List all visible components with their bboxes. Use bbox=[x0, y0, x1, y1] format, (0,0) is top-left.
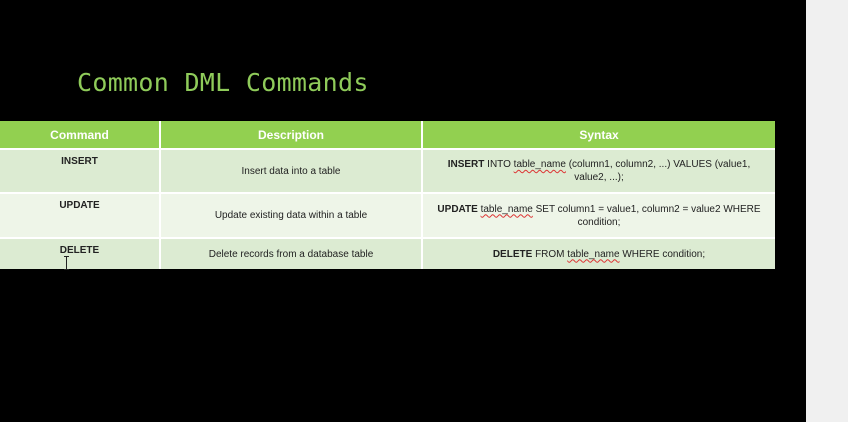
syntax-keyword: INSERT bbox=[447, 159, 485, 170]
syntax-cell[interactable]: UPDATE table_name SET column1 = value1, … bbox=[421, 192, 775, 238]
syntax-rest: SET column1 = value1, column2 = value2 W… bbox=[535, 203, 761, 228]
table-row: UPDATE Update existing data within a tab… bbox=[0, 192, 775, 238]
syntax-rest: WHERE condition; bbox=[622, 248, 706, 260]
description-cell[interactable]: Insert data into a table bbox=[159, 148, 422, 193]
syntax-table-name: table_name bbox=[513, 159, 566, 170]
syntax-pre: INTO bbox=[487, 159, 511, 170]
header-syntax[interactable]: Syntax bbox=[421, 121, 775, 149]
syntax-keyword: UPDATE bbox=[437, 203, 478, 215]
syntax-keyword: DELETE bbox=[492, 248, 533, 260]
table-row: DELETE Delete records from a database ta… bbox=[0, 237, 775, 269]
command-cell[interactable]: INSERT bbox=[0, 148, 160, 193]
table-header-row: Command Description Syntax bbox=[0, 121, 775, 149]
syntax-table-name: table_name bbox=[567, 248, 620, 260]
syntax-cell[interactable]: DELETE FROM table_name WHERE condition; bbox=[421, 237, 775, 269]
description-cell[interactable]: Update existing data within a table bbox=[159, 192, 422, 238]
text-cursor-icon bbox=[64, 256, 70, 270]
slide-canvas[interactable]: Common DML Commands Command Description … bbox=[0, 0, 806, 422]
slide-title[interactable]: Common DML Commands bbox=[77, 68, 369, 97]
syntax-pre: FROM bbox=[535, 248, 565, 260]
header-command[interactable]: Command bbox=[0, 121, 160, 149]
syntax-cell[interactable]: INSERT INTO table_name (column1, column2… bbox=[421, 148, 775, 193]
command-cell[interactable]: UPDATE bbox=[0, 192, 160, 238]
syntax-table-name: table_name bbox=[480, 203, 533, 215]
table-row: INSERT Insert data into a table INSERT I… bbox=[0, 148, 775, 193]
editor-margin-area bbox=[806, 0, 848, 422]
command-cell[interactable]: DELETE bbox=[0, 237, 160, 269]
dml-commands-table[interactable]: Command Description Syntax INSERT Insert… bbox=[0, 121, 775, 269]
syntax-rest: (column1, column2, ...) VALUES (value1, … bbox=[568, 159, 751, 183]
description-cell[interactable]: Delete records from a database table bbox=[159, 237, 422, 269]
header-description[interactable]: Description bbox=[159, 121, 422, 149]
